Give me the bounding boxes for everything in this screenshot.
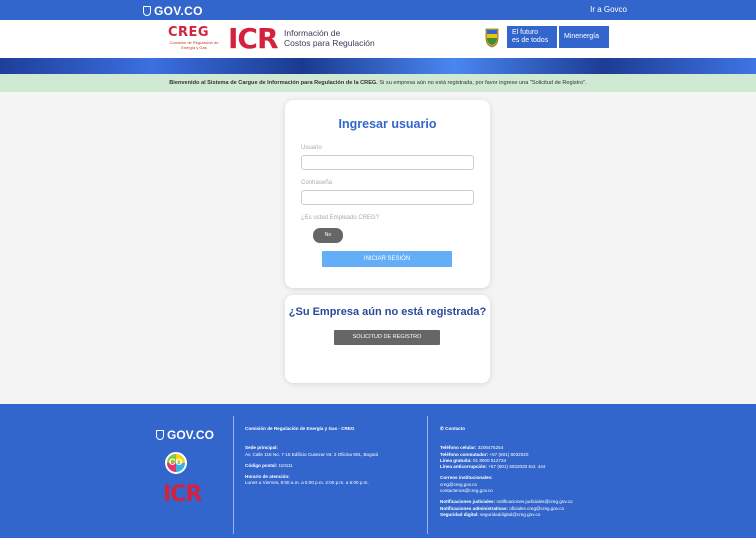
- horario-value: Lunes a Viernes, 8:00 a.m. a 5:00 p.m. 2…: [245, 480, 369, 486]
- notif-jud-label: Notificaciones judiciales:: [440, 499, 496, 505]
- password-input[interactable]: [301, 190, 474, 205]
- creg-logo-subtitle: Comisión de Regulación de Energía y Gas: [169, 40, 219, 50]
- phone-icon: ✆: [440, 426, 444, 431]
- icr-title-line1: Información de: [284, 28, 341, 38]
- icr-title: Información de Costos para Regulación: [284, 28, 375, 48]
- icr-logo[interactable]: ICR: [228, 25, 279, 53]
- login-card: Ingresar usuario Usuario Contraseña ¿Es …: [285, 100, 490, 288]
- toggle-knob: No: [313, 228, 343, 243]
- co-badge-text: CO: [169, 457, 183, 467]
- site-header: CREG Comisión de Regulación de Energía y…: [0, 20, 756, 58]
- footer-icr-logo: ICR: [163, 482, 202, 507]
- govco-logo-text: GOV.CO: [154, 4, 203, 18]
- toggle-track: [299, 229, 313, 242]
- footer-divider: [427, 416, 428, 534]
- seg-link[interactable]: seguridaddigital@creg.gov.co: [480, 512, 540, 517]
- seg-label: Seguridad digital:: [440, 511, 479, 517]
- govco-top-bar: GOV.CO Ir a Govco: [0, 0, 756, 20]
- footer-divider: [233, 416, 234, 534]
- welcome-notice-bold: Bienvenido al Sistema de Cargue de Infor…: [169, 80, 378, 86]
- password-label: Contraseña: [301, 180, 333, 186]
- creg-logo[interactable]: CREG Comisión de Regulación de Energía y…: [168, 25, 220, 55]
- welcome-notice-text: Si su empresa aún no está registrada, po…: [377, 80, 587, 86]
- notif-adm-link[interactable]: oficiales.creg@creg.gov.co: [509, 506, 564, 511]
- employee-toggle[interactable]: No: [299, 228, 343, 243]
- creg-logo-word: CREG: [168, 25, 210, 40]
- decorative-banner: [0, 58, 756, 74]
- postal-value: 110111: [278, 462, 293, 468]
- username-input[interactable]: [301, 155, 474, 170]
- el-futuro-logo[interactable]: El futuro es de todos: [507, 26, 557, 48]
- cel-value[interactable]: 3206475254: [478, 445, 504, 450]
- footer-contact-column: ✆ Contacto Teléfono celular: 3206475254 …: [440, 426, 640, 518]
- shield-icon: [156, 430, 164, 440]
- colombia-co-badge: CO: [165, 452, 187, 474]
- minenergia-logo[interactable]: Minenergía: [559, 26, 609, 48]
- cel-label: Teléfono celular:: [440, 445, 477, 451]
- username-label: Usuario: [301, 145, 322, 151]
- shield-icon: [143, 6, 151, 16]
- welcome-notice: Bienvenido al Sistema de Cargue de Infor…: [0, 74, 756, 92]
- employee-question-label: ¿Es usted Empleado CREG?: [301, 215, 380, 221]
- contact-title-text: Contacto: [445, 426, 466, 431]
- conm-value[interactable]: +57 (601) 6032020: [489, 452, 528, 457]
- footer-govco-text: GOV.CO: [167, 428, 214, 442]
- icr-title-line2: Costos para Regulación: [284, 38, 375, 48]
- postal-label: Código postal:: [245, 462, 278, 468]
- notif-jud-link[interactable]: notificaciones.judiciales@creg.gov.co: [496, 499, 572, 504]
- conm-label: Teléfono conmutador:: [440, 451, 489, 457]
- register-card: ¿Su Empresa aún no está registrada? SOLI…: [285, 295, 490, 383]
- login-title: Ingresar usuario: [338, 117, 437, 131]
- gratis-label: Línea gratuita:: [440, 457, 472, 463]
- footer-org-column: Comisión de Regulación de Energía y Gas …: [245, 426, 423, 487]
- gratis-value[interactable]: 01 8000 512734: [473, 458, 506, 463]
- colombia-coat-of-arms-icon: [485, 28, 499, 48]
- register-title: ¿Su Empresa aún no está registrada?: [288, 306, 487, 318]
- anti-value[interactable]: +57 (601) 6032020 Ext. 444: [488, 464, 545, 469]
- anti-label: Línea anticorrupción:: [440, 464, 487, 470]
- site-footer: GOV.CO CO ICR Comisión de Regulación de …: [0, 404, 756, 538]
- el-futuro-line1: El futuro: [512, 29, 539, 36]
- el-futuro-line2: es de todos: [512, 37, 549, 44]
- registration-request-button[interactable]: SOLICITUD DE REGISTRO: [334, 330, 440, 345]
- go-to-govco-link[interactable]: Ir a Govco: [590, 5, 627, 14]
- footer-govco-logo[interactable]: GOV.CO: [156, 428, 214, 442]
- govco-logo[interactable]: GOV.CO: [143, 4, 203, 18]
- login-button[interactable]: INICIAR SESIÓN: [322, 251, 452, 267]
- notif-adm-label: Notificaciones administrativas:: [440, 505, 508, 511]
